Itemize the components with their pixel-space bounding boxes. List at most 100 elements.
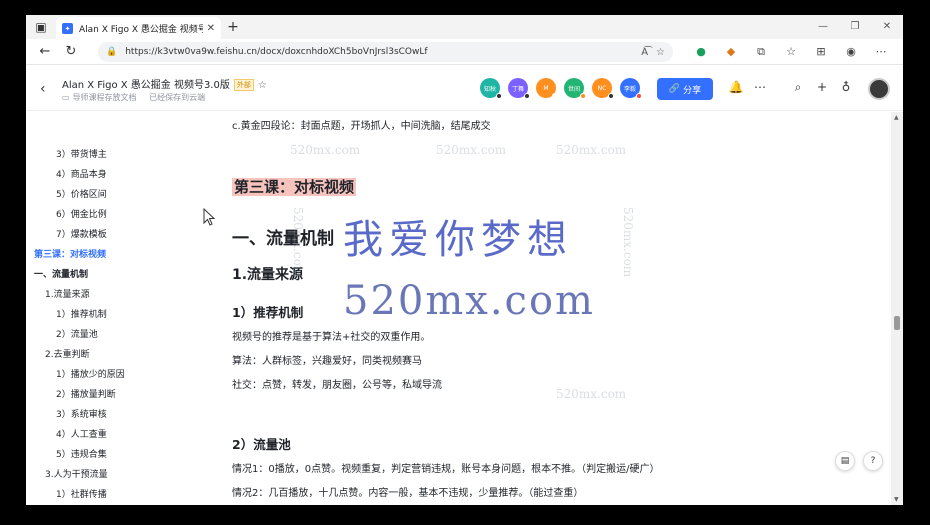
doc-back-icon[interactable]: ‹	[40, 81, 46, 97]
share-button[interactable]: 🔗 分享	[657, 78, 713, 100]
url-text: https://k3vtw0va9w.feishu.cn/docx/doxcnh…	[125, 47, 428, 57]
window-controls: — ❐ ✕	[807, 15, 903, 39]
outline-item[interactable]: 4）人工查重	[56, 427, 107, 440]
watermark-site-large: 520mx.com	[343, 278, 595, 324]
doc-title-row: Alan X Figo X 愚公掘金 视频号3.0版 外部 ☆	[62, 76, 267, 91]
star-icon[interactable]: ☆	[258, 80, 267, 91]
presence-dot-icon	[496, 93, 502, 99]
close-tab-icon[interactable]: ✕	[207, 23, 215, 34]
link-icon: 🔗	[668, 84, 681, 94]
sub-heading: 1）推荐机制	[232, 305, 304, 320]
outline-item[interactable]: 2）流量池	[56, 327, 98, 340]
scroll-up-icon[interactable]: ▲	[894, 114, 899, 121]
back-arrow-icon[interactable]: ←	[32, 44, 58, 59]
paragraph: 算法：人群标签，兴趣爱好，同类视频赛马	[232, 356, 422, 367]
title-bar: ▣ ✦ Alan X Figo X 愚公掘金 视频号3.0 ✕ + — ❐ ✕	[26, 15, 903, 41]
profile-icon[interactable]: ◉	[836, 43, 866, 61]
doc-title[interactable]: Alan X Figo X 愚公掘金 视频号3.0版	[62, 80, 230, 91]
outline-item[interactable]: 4）商品本身	[56, 167, 107, 180]
collaborator-avatar[interactable]: 李毅	[620, 78, 642, 99]
lesson-heading: 第三课：对标视频	[232, 176, 357, 197]
presence-dot-icon	[636, 93, 642, 99]
close-window-icon[interactable]: ✕	[871, 15, 903, 39]
paragraph: 情况1：0播放，0点赞。视频重复，判定营销违规，账号本身问题，根本不推。（判定搬…	[232, 464, 660, 475]
favorite-star-icon[interactable]: ☆	[656, 47, 665, 58]
collaborator-name: 丁舞	[511, 85, 524, 93]
collaborator-avatar[interactable]: 知秋	[480, 78, 502, 99]
presence-dot-icon	[552, 93, 558, 99]
add-icon[interactable]: +	[810, 80, 834, 95]
help-icon[interactable]: ?	[863, 451, 883, 471]
reload-icon[interactable]: ↻	[58, 44, 84, 59]
feishu-favicon-icon: ✦	[62, 23, 73, 34]
doc-info-icon[interactable]: ▤	[835, 451, 855, 471]
outline-item[interactable]: 2.去重判断	[45, 347, 90, 360]
extension-icon[interactable]: ●	[686, 43, 716, 61]
mouse-cursor-icon	[203, 208, 215, 226]
save-status: 已经保存到云端	[149, 93, 206, 102]
search-icon[interactable]: ⌕	[786, 80, 810, 95]
outline-item[interactable]: 1）社群传播	[56, 487, 107, 500]
presence-dot-icon	[524, 93, 530, 99]
paragraph: 情况2：几百播放，十几点赞。内容一般，基本不违规，少量推荐。（能过查重）	[232, 488, 584, 499]
address-toolbar: ← ↻ 🔒 https://k3vtw0va9w.feishu.cn/docx/…	[26, 39, 903, 65]
section-heading: 一、流量机制	[232, 229, 334, 249]
collections-icon[interactable]: ⊞	[806, 43, 836, 61]
collaborator-name: 世间	[567, 85, 580, 93]
browser-tab[interactable]: ✦ Alan X Figo X 愚公掘金 视频号3.0 ✕	[56, 16, 221, 41]
doc-header: ‹ Alan X Figo X 愚公掘金 视频号3.0版 外部 ☆ ▭ 导师课程存放文…	[26, 66, 903, 111]
bell-icon[interactable]: 🔔	[724, 80, 748, 95]
maximize-icon[interactable]: ❐	[839, 15, 871, 39]
favorites-icon[interactable]: ☆	[776, 43, 806, 61]
read-aloud-icon[interactable]: A͡	[641, 47, 648, 58]
outline-item[interactable]: 7）爆款模板	[56, 227, 107, 240]
outline-item[interactable]: 一、流量机制	[34, 267, 88, 280]
share-label: 分享	[683, 85, 702, 96]
external-badge: 外部	[233, 79, 254, 91]
outline-item[interactable]: 1）播放少的原因	[56, 367, 125, 380]
minimize-icon[interactable]: —	[807, 15, 839, 39]
outline-item[interactable]: 3）带货博主	[56, 147, 107, 160]
folder-icon: ▭	[62, 93, 70, 102]
browser-window: ▣ ✦ Alan X Figo X 愚公掘金 视频号3.0 ✕ + — ❐ ✕ …	[26, 15, 903, 505]
window-menu-icon[interactable]: ▣	[26, 15, 56, 39]
paragraph: 视频号的推荐是基于算法+社交的双重作用。	[232, 332, 431, 343]
paragraph: 社交：点赞，转发，朋友圈，公号等，私域导流	[232, 380, 442, 391]
collaborator-avatar[interactable]: 丁舞	[508, 78, 530, 99]
collaborator-avatar[interactable]: 世间	[564, 78, 586, 99]
outline-item-active[interactable]: 第三课：对标视频	[34, 247, 106, 260]
paragraph: c.黄金四段论：封面点题，开场抓人，中间洗脑，结尾成交	[232, 121, 491, 132]
divider	[772, 80, 786, 95]
more-icon[interactable]: ⋯	[748, 80, 772, 95]
help-bulb-icon[interactable]: ♁	[834, 80, 858, 95]
folder-name[interactable]: 导师课程存放文档	[73, 93, 137, 102]
outline-item[interactable]: 1.流量来源	[45, 287, 90, 300]
doc-subtitle: ▭ 导师课程存放文档 已经保存到云端	[62, 92, 205, 103]
outline-item[interactable]: 1）推荐机制	[56, 307, 107, 320]
outline-item[interactable]: 3.人为干预流量	[45, 467, 108, 480]
user-avatar[interactable]	[868, 78, 890, 100]
watermark-text: 520mx.com	[556, 143, 627, 157]
outline-item[interactable]: 5）价格区间	[56, 187, 107, 200]
watermark-vertical: 520mx.com	[291, 207, 305, 278]
outline-item[interactable]: 3）系统审核	[56, 407, 107, 420]
more-menu-icon[interactable]: ⋯	[866, 43, 896, 61]
scrollbar-thumb[interactable]	[894, 316, 900, 330]
sub-heading: 2）流量池	[232, 437, 291, 452]
collaborator-avatar[interactable]: NC	[592, 78, 614, 99]
outline-item[interactable]: 5）违规合集	[56, 447, 107, 460]
doc-header-actions: 🔔 ⋯ ⌕ + ♁	[724, 80, 858, 95]
scroll-down-icon[interactable]: ▼	[894, 496, 899, 503]
outline-item[interactable]: 2）播放量判断	[56, 387, 116, 400]
address-field[interactable]: 🔒 https://k3vtw0va9w.feishu.cn/docx/doxc…	[98, 42, 673, 62]
doc-content: c.黄金四段论：封面点题，开场抓人，中间洗脑，结尾成交 520mx.com 52…	[201, 112, 891, 505]
collaborator-avatar[interactable]: M	[536, 78, 558, 99]
presence-dot-icon	[608, 93, 614, 99]
new-tab-button[interactable]: +	[221, 19, 245, 35]
lock-icon[interactable]: 🔒	[106, 47, 117, 57]
puzzle-extension-icon[interactable]: ⧉	[746, 43, 776, 61]
scrollbar[interactable]: ▲ ▼	[891, 112, 903, 505]
outline-item[interactable]: 6）佣金比例	[56, 207, 107, 220]
collaborator-name: 知秋	[483, 85, 496, 93]
fox-extension-icon[interactable]: ◆	[716, 43, 746, 61]
